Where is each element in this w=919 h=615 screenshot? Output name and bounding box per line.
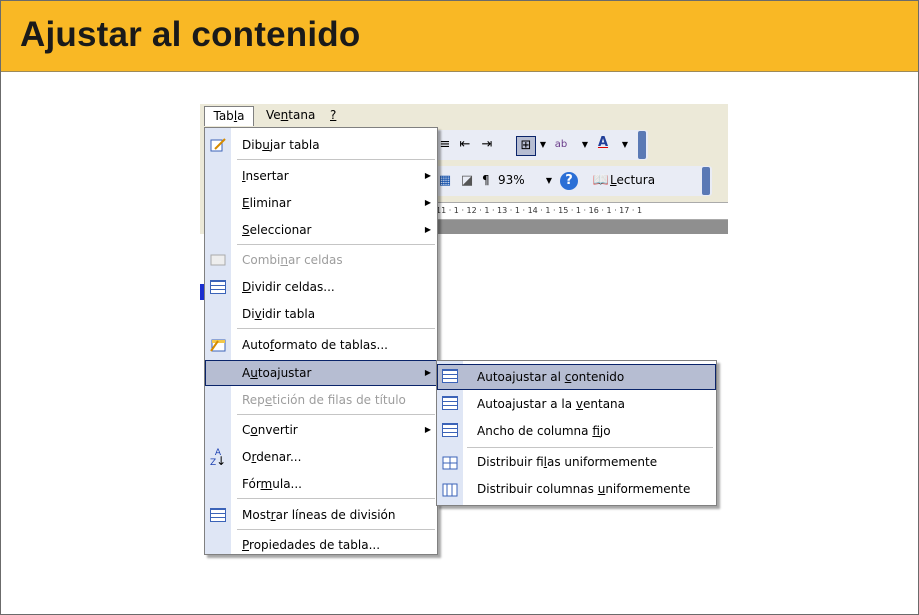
menu-item-mostrar-lineas[interactable]: Mostrar líneas de división <box>205 502 437 528</box>
toolbar-grip-2[interactable] <box>702 167 710 195</box>
slide-title: Ajustar al contenido <box>20 15 361 54</box>
menu-item-seleccionar[interactable]: Seleccionar ▶ <box>205 217 437 243</box>
menu-item-dibujar-tabla[interactable]: Dibujar tabla <box>205 132 437 158</box>
increase-indent-icon[interactable]: ⇥ <box>478 136 496 154</box>
menu-item-autoformato[interactable]: Autoformato de tablas... <box>205 332 437 358</box>
menu-item-autoajustar[interactable]: Autoajustar ▶ <box>205 360 437 386</box>
pencil-table-icon <box>210 137 226 153</box>
menu-item-dividir-celdas[interactable]: Dividir celdas... <box>205 274 437 300</box>
borders-icon[interactable]: ⊞ <box>516 136 536 156</box>
highlight-dropdown-icon[interactable]: ▼ <box>576 136 594 154</box>
submenu-item-ancho-fijo[interactable]: Ancho de columna fijo <box>437 418 716 444</box>
submenu-item-distribuir-filas[interactable]: Distribuir filas uniformemente <box>437 449 716 475</box>
menu-item-repeticion-filas: Repetición de filas de título <box>242 393 406 407</box>
autofit-window-icon <box>442 396 458 412</box>
submenu-arrow-icon: ▶ <box>424 171 431 180</box>
slide: Ajustar al contenido Tabla Ventana ? ≡ ⇤… <box>0 0 919 615</box>
split-cells-icon <box>210 279 226 295</box>
menu-item-dividir-tabla[interactable]: Dividir tabla <box>205 301 437 327</box>
submenu-item-autoajustar-ventana[interactable]: Autoajustar a la ventana <box>437 391 716 417</box>
show-formatting-icon[interactable]: ¶ <box>482 173 490 187</box>
reading-button[interactable]: Lectura <box>610 173 655 187</box>
submenu-arrow-icon: ▶ <box>424 225 431 234</box>
menu-bar: Tabla Ventana ? <box>200 104 728 126</box>
submenu-item-autoajustar-contenido[interactable]: Autoajustar al contenido <box>437 364 716 390</box>
sort-az-icon: A Z↓ <box>210 448 227 468</box>
menu-item-propiedades[interactable]: Propiedades de tabla... <box>205 532 437 558</box>
submenu-arrow-icon: ▶ <box>424 198 431 207</box>
menu-ventana[interactable]: Ventana <box>266 107 315 124</box>
tabla-menu: Dibujar tabla Insertar ▶ Eliminar ▶ Selecc… <box>204 127 438 555</box>
formatting-toolbar: ≡ ⇤ ⇥ ⊞ ▼ ab ▼ A ▼ <box>436 130 648 160</box>
toolbar-grip[interactable] <box>638 131 646 159</box>
distribute-rows-icon <box>442 454 458 470</box>
merge-cells-icon <box>210 252 226 268</box>
font-color-icon[interactable]: A <box>594 134 612 152</box>
insert-table-icon[interactable]: ▦ <box>436 172 454 190</box>
drawing-icon[interactable]: ◪ <box>458 172 476 190</box>
menu-help[interactable]: ? <box>330 107 336 124</box>
slide-header: Ajustar al contenido <box>1 1 918 72</box>
reading-book-icon[interactable]: 📖 <box>592 172 610 190</box>
submenu-item-distribuir-columnas[interactable]: Distribuir columnas uniformemente <box>437 476 716 502</box>
menu-item-formula[interactable]: Fórmula... <box>205 471 437 497</box>
font-color-dropdown-icon[interactable]: ▼ <box>616 136 634 154</box>
menu-tabla[interactable]: Tabla <box>204 106 254 126</box>
highlight-icon[interactable]: ab <box>552 136 570 154</box>
submenu-arrow-icon: ▶ <box>424 368 431 377</box>
fixed-column-width-icon <box>442 423 458 439</box>
autoformat-icon <box>210 337 226 353</box>
help-icon[interactable]: ? <box>560 172 578 190</box>
distribute-columns-icon <box>442 481 458 497</box>
zoom-dropdown-icon[interactable]: ▼ <box>540 172 558 190</box>
submenu-arrow-icon: ▶ <box>424 425 431 434</box>
menu-item-insertar[interactable]: Insertar ▶ <box>205 163 437 189</box>
menu-item-ordenar[interactable]: A Z↓ Ordenar... <box>205 444 437 470</box>
gridlines-icon <box>210 507 226 523</box>
decrease-indent-icon[interactable]: ⇤ <box>456 136 474 154</box>
borders-dropdown-icon[interactable]: ▼ <box>534 136 552 154</box>
standard-toolbar: ▦ ◪ ¶ 93% ▼ ? 📖 Lectura <box>436 166 712 196</box>
autoajustar-submenu: Autoajustar al contenido Autoajustar a l… <box>436 360 717 506</box>
zoom-field[interactable]: 93% <box>498 173 525 187</box>
menu-item-convertir[interactable]: Convertir ▶ <box>205 417 437 443</box>
word-screenshot: Tabla Ventana ? ≡ ⇤ ⇥ ⊞ ▼ ab ▼ A ▼ ▦ ◪ ¶… <box>200 104 728 555</box>
menu-item-combinar-celdas: Combinar celdas <box>205 247 437 273</box>
ruler: 11 · 1 · 12 · 1 · 13 · 1 · 14 · 1 · 15 ·… <box>436 202 728 220</box>
autofit-contents-icon <box>442 369 458 385</box>
menu-item-eliminar[interactable]: Eliminar ▶ <box>205 190 437 216</box>
indent-left-icon[interactable]: ≡ <box>436 136 454 154</box>
